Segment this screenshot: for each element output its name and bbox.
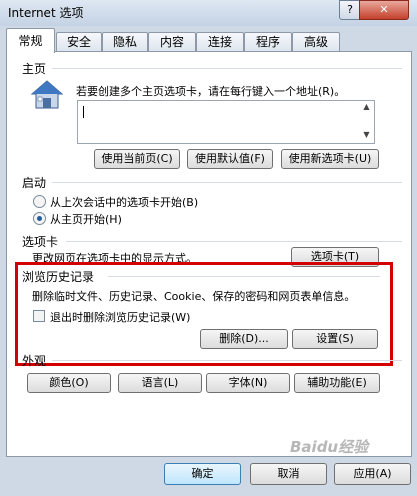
radio-last-session[interactable] — [33, 195, 46, 208]
apply-button[interactable]: 应用(A) — [334, 463, 411, 485]
homepage-url-textarea[interactable]: ▲ ▼ — [77, 100, 375, 144]
scroll-up-icon[interactable]: ▲ — [361, 102, 372, 112]
use-new-tab-button[interactable]: 使用新选项卡(U) — [281, 149, 379, 169]
tab-advanced[interactable]: 高级 — [292, 32, 340, 52]
ok-button[interactable]: 确定 — [164, 463, 241, 485]
colors-button[interactable]: 颜色(O) — [27, 373, 111, 393]
accessibility-button[interactable]: 辅助功能(E) — [294, 373, 380, 393]
text-caret — [83, 106, 84, 118]
homepage-group-title: 主页 — [22, 62, 47, 76]
close-button[interactable]: ✕ — [359, 0, 409, 20]
help-button[interactable]: ? — [339, 0, 361, 20]
highlight-annotation-box — [15, 262, 393, 366]
use-default-button[interactable]: 使用默认值(F) — [187, 149, 273, 169]
group-divider — [52, 360, 402, 361]
radio-last-session-label: 从上次会话中的选项卡开始(B) — [50, 196, 199, 209]
languages-button[interactable]: 语言(L) — [118, 373, 202, 393]
house-icon — [30, 80, 64, 109]
window-title: Internet 选项 — [8, 6, 84, 20]
cancel-button[interactable]: 取消 — [250, 463, 327, 485]
tab-general[interactable]: 常规 — [6, 28, 55, 53]
use-current-button[interactable]: 使用当前页(C) — [94, 149, 180, 169]
tab-content[interactable]: 内容 — [148, 32, 196, 52]
group-divider — [66, 241, 402, 242]
homepage-description: 若要创建多个主页选项卡，请在每行键入一个地址(R)。 — [76, 85, 346, 98]
baidu-watermark: Baidu经验 — [290, 438, 369, 456]
tabs-group-title: 选项卡 — [22, 235, 59, 249]
group-divider — [52, 68, 402, 69]
startup-group-title: 启动 — [22, 176, 47, 190]
radio-home-page[interactable] — [33, 212, 46, 225]
tab-privacy[interactable]: 隐私 — [102, 32, 148, 52]
tab-connections[interactable]: 连接 — [196, 32, 244, 52]
radio-home-page-label: 从主页开始(H) — [50, 213, 122, 226]
tab-security[interactable]: 安全 — [56, 32, 102, 52]
appearance-group-title: 外观 — [22, 354, 47, 368]
scroll-down-icon[interactable]: ▼ — [361, 130, 372, 140]
fonts-button[interactable]: 字体(N) — [206, 373, 290, 393]
tab-programs[interactable]: 程序 — [244, 32, 292, 52]
group-divider — [52, 182, 402, 183]
